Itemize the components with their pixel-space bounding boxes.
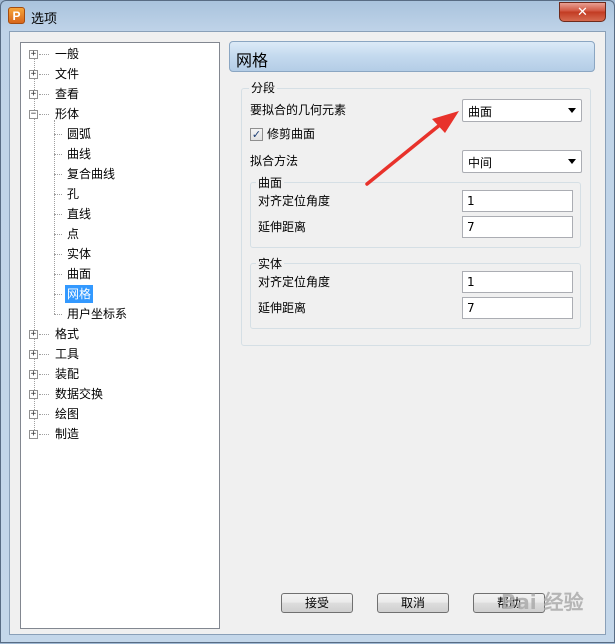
annotation-arrow-shaft — [365, 122, 443, 186]
options-dialog: P 选项 ✕ + 一般 + 文件 + 查看 − 形体 圆弧 曲线 复合曲线孔直线点实体 曲面 网格 用户坐… — [0, 0, 615, 643]
annotation-arrow-icon — [365, 111, 459, 186]
watermark-logo: Bai 经验 — [501, 590, 584, 614]
